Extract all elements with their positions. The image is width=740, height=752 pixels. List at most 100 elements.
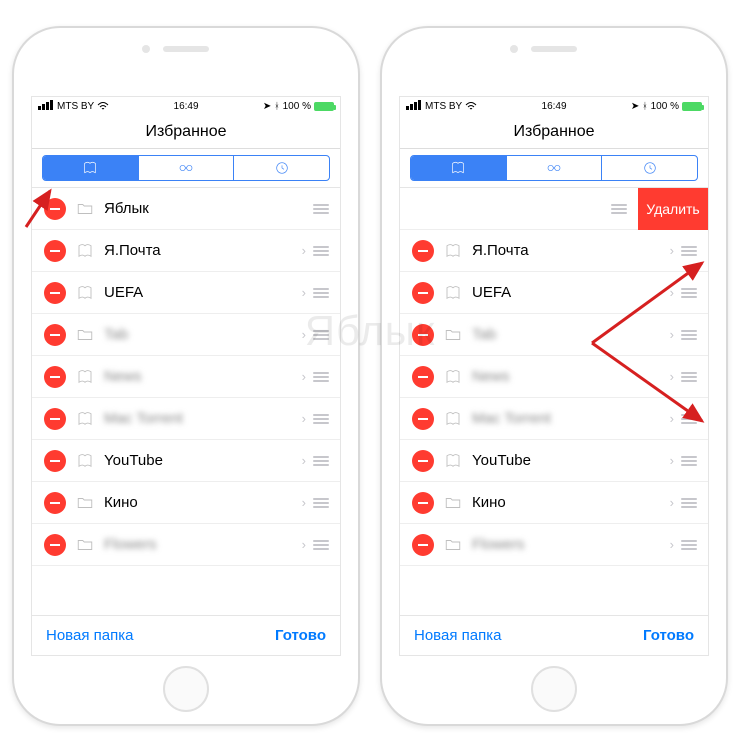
bookmark-icon xyxy=(444,242,462,260)
reorder-handle-icon[interactable] xyxy=(312,246,330,256)
chevron-right-icon: › xyxy=(670,411,674,426)
reorder-handle-icon[interactable] xyxy=(680,246,698,256)
list-item[interactable]: News› xyxy=(400,356,708,398)
reorder-handle-icon[interactable] xyxy=(680,288,698,298)
list-item[interactable]: Mac Torrent › xyxy=(32,398,340,440)
reorder-handle-icon[interactable] xyxy=(312,330,330,340)
list-item[interactable]: Я.Почта› xyxy=(32,230,340,272)
list-item[interactable]: YouTube› xyxy=(400,440,708,482)
wifi-icon xyxy=(97,102,109,111)
chevron-right-icon: › xyxy=(302,411,306,426)
delete-toggle-icon[interactable] xyxy=(44,282,66,304)
delete-toggle-icon[interactable] xyxy=(412,366,434,388)
list-item[interactable]: UEFA› xyxy=(32,272,340,314)
book-icon xyxy=(450,160,466,176)
reorder-handle-icon[interactable] xyxy=(312,540,330,550)
list-item[interactable]: Кино› xyxy=(400,482,708,524)
done-button[interactable]: Готово xyxy=(275,627,326,644)
reorder-handle-icon[interactable] xyxy=(312,414,330,424)
glasses-icon xyxy=(178,160,194,176)
delete-toggle-icon[interactable] xyxy=(44,198,66,220)
toolbar: Новая папка Готово xyxy=(32,615,340,655)
item-title: Mac Torrent xyxy=(104,410,296,427)
reorder-handle-icon[interactable] xyxy=(312,372,330,382)
speaker xyxy=(531,46,577,52)
folder-icon xyxy=(444,494,462,512)
delete-toggle-icon[interactable] xyxy=(44,492,66,514)
list-item[interactable]: Mac Torrent› xyxy=(400,398,708,440)
chevron-right-icon: › xyxy=(670,243,674,258)
delete-button[interactable]: Удалить xyxy=(638,188,708,230)
bluetooth-icon: ᚼ xyxy=(274,101,279,111)
list-item[interactable]: Яблык xyxy=(32,188,340,230)
chevron-right-icon: › xyxy=(670,495,674,510)
tab-readinglist[interactable] xyxy=(139,156,235,180)
tab-history[interactable] xyxy=(234,156,329,180)
navigation-icon: ➤ xyxy=(631,101,639,112)
list-item[interactable]: Tab› xyxy=(32,314,340,356)
list-item[interactable]: Яблык xyxy=(400,188,638,230)
bookmark-icon xyxy=(444,452,462,470)
reorder-handle-icon[interactable] xyxy=(680,372,698,382)
item-title: Tab xyxy=(104,326,296,343)
bookmark-icon xyxy=(76,284,94,302)
delete-toggle-icon[interactable] xyxy=(412,408,434,430)
reorder-handle-icon[interactable] xyxy=(680,498,698,508)
reorder-handle-icon[interactable] xyxy=(680,330,698,340)
delete-toggle-icon[interactable] xyxy=(412,534,434,556)
list-item[interactable]: News› xyxy=(32,356,340,398)
item-title: News xyxy=(472,368,664,385)
delete-toggle-icon[interactable] xyxy=(44,534,66,556)
reorder-handle-icon[interactable] xyxy=(312,456,330,466)
folder-icon xyxy=(76,536,94,554)
chevron-right-icon: › xyxy=(302,495,306,510)
delete-toggle-icon[interactable] xyxy=(44,366,66,388)
reorder-handle-icon[interactable] xyxy=(680,456,698,466)
chevron-right-icon: › xyxy=(670,327,674,342)
delete-toggle-icon[interactable] xyxy=(412,492,434,514)
delete-toggle-icon[interactable] xyxy=(412,282,434,304)
reorder-handle-icon[interactable] xyxy=(312,204,330,214)
tab-bookmarks[interactable] xyxy=(43,156,139,180)
navbar-title: Избранное xyxy=(513,123,594,141)
delete-toggle-icon[interactable] xyxy=(44,408,66,430)
tab-bookmarks[interactable] xyxy=(411,156,507,180)
reorder-handle-icon[interactable] xyxy=(680,540,698,550)
navbar: Избранное xyxy=(400,115,708,149)
delete-toggle-icon[interactable] xyxy=(412,240,434,262)
carrier-label: MTS BY xyxy=(57,101,94,112)
reorder-handle-icon[interactable] xyxy=(680,414,698,424)
delete-toggle-icon[interactable] xyxy=(412,450,434,472)
tab-history[interactable] xyxy=(602,156,697,180)
chevron-right-icon: › xyxy=(302,285,306,300)
list-item[interactable]: Flowers› xyxy=(400,524,708,566)
delete-toggle-icon[interactable] xyxy=(44,240,66,262)
delete-toggle-icon[interactable] xyxy=(412,324,434,346)
new-folder-button[interactable]: Новая папка xyxy=(414,627,501,644)
home-button[interactable] xyxy=(163,666,209,712)
reorder-handle-icon[interactable] xyxy=(312,498,330,508)
done-button[interactable]: Готово xyxy=(643,627,694,644)
item-title: Яблык xyxy=(400,200,610,217)
list-item[interactable]: Flowers› xyxy=(32,524,340,566)
chevron-right-icon: › xyxy=(302,453,306,468)
list-item[interactable]: Tab› xyxy=(400,314,708,356)
delete-toggle-icon[interactable] xyxy=(44,450,66,472)
speaker xyxy=(163,46,209,52)
reorder-handle-icon[interactable] xyxy=(610,204,628,214)
home-button[interactable] xyxy=(531,666,577,712)
list-item[interactable]: YouTube› xyxy=(32,440,340,482)
list-item[interactable]: Кино› xyxy=(32,482,340,524)
reorder-handle-icon[interactable] xyxy=(312,288,330,298)
bookmark-icon xyxy=(444,368,462,386)
camera xyxy=(142,45,150,53)
tab-readinglist[interactable] xyxy=(507,156,603,180)
list-item[interactable]: UEFA› xyxy=(400,272,708,314)
delete-toggle-icon[interactable] xyxy=(44,324,66,346)
new-folder-button[interactable]: Новая папка xyxy=(46,627,133,644)
list-item[interactable]: Я.Почта› xyxy=(400,230,708,272)
toolbar: Новая папка Готово xyxy=(400,615,708,655)
bluetooth-icon: ᚼ xyxy=(642,101,647,111)
camera xyxy=(510,45,518,53)
navigation-icon: ➤ xyxy=(263,101,271,112)
